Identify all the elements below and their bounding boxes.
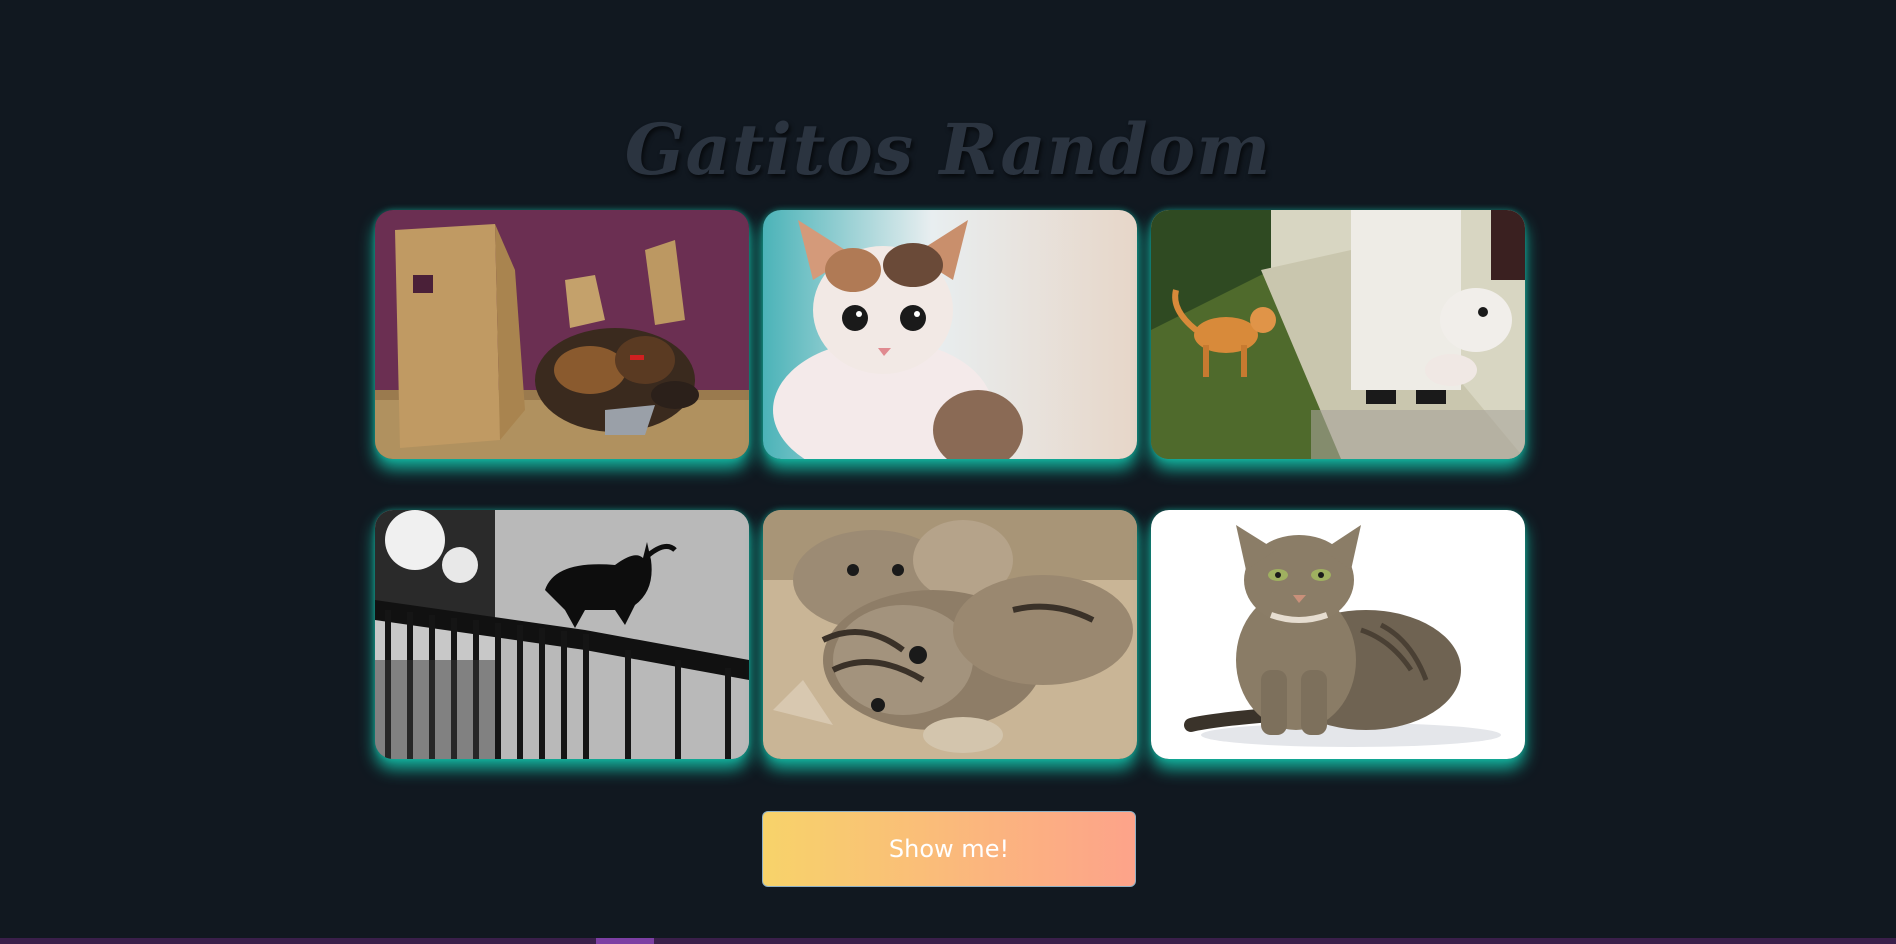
- black-cat-railing-picture: [375, 510, 749, 759]
- cat-image-2: [763, 210, 1137, 459]
- tabby-kittens-picture: [763, 510, 1137, 759]
- cat-image-3: [1151, 210, 1525, 459]
- orange-cat-street-picture: [1151, 210, 1525, 459]
- cat-image-4: [375, 510, 749, 759]
- show-me-button[interactable]: Show me!: [762, 811, 1136, 887]
- cat-in-box-picture: [375, 210, 749, 459]
- cat-image-5: [763, 510, 1137, 759]
- tabby-cat-sitting-picture: [1151, 510, 1525, 759]
- cat-image-1: [375, 210, 749, 459]
- page-title: Gatitos Random: [624, 108, 1272, 191]
- calico-kitten-picture: [763, 210, 1137, 459]
- cat-image-6: [1151, 510, 1525, 759]
- scrollbar-thumb[interactable]: [596, 938, 654, 944]
- cat-gallery: [375, 210, 1525, 760]
- horizontal-scrollbar[interactable]: [0, 938, 1896, 944]
